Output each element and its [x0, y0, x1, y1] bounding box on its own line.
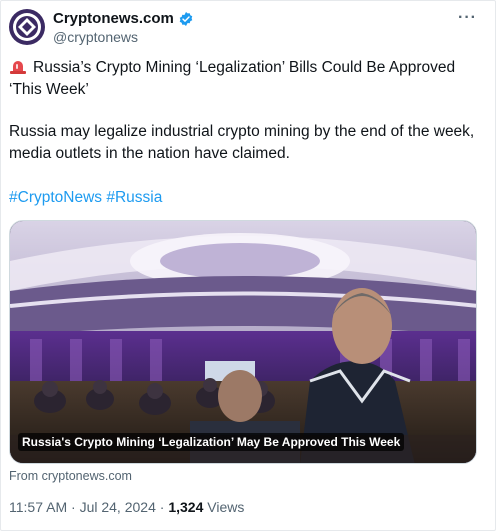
tweet-meta: 11:57 AM · Jul 24, 2024 · 1,324 Views [9, 499, 244, 515]
meta-separator: · [67, 499, 80, 515]
meta-separator-2: · [155, 499, 169, 515]
headline-text: Russia’s Crypto Mining ‘Legalization’ Bi… [9, 59, 456, 98]
views-count: 1,324 [168, 499, 204, 515]
hashtag-russia[interactable]: #Russia [106, 189, 162, 206]
hashtag-cryptonews[interactable]: #CryptoNews [9, 189, 102, 206]
parliament-hall-image [10, 221, 476, 463]
tweet-time[interactable]: 11:57 AM [9, 499, 67, 515]
tweet-card: Cryptonews.com @cryptonews ··· Russia’s … [0, 0, 496, 531]
media-caption: Russia's Crypto Mining ‘Legalization’ Ma… [18, 433, 405, 451]
hashtags: #CryptoNews #Russia [9, 187, 162, 209]
tweet-headline: Russia’s Crypto Mining ‘Legalization’ Bi… [9, 57, 487, 101]
link-source[interactable]: From cryptonews.com [9, 469, 132, 483]
tweet-body: Russia may legalize industrial crypto mi… [9, 123, 475, 162]
tweet-date[interactable]: Jul 24, 2024 [80, 499, 156, 515]
cryptonews-logo-icon [13, 13, 41, 41]
siren-icon [10, 61, 26, 74]
display-name[interactable]: Cryptonews.com [53, 10, 174, 27]
handle[interactable]: @cryptonews [53, 29, 138, 45]
more-options-button[interactable]: ··· [458, 9, 477, 27]
media-card[interactable]: Russia's Crypto Mining ‘Legalization’ Ma… [9, 220, 477, 464]
views-label: Views [203, 499, 245, 515]
verified-badge-icon [179, 11, 193, 26]
avatar[interactable] [9, 9, 45, 45]
name-row: Cryptonews.com [53, 10, 194, 27]
